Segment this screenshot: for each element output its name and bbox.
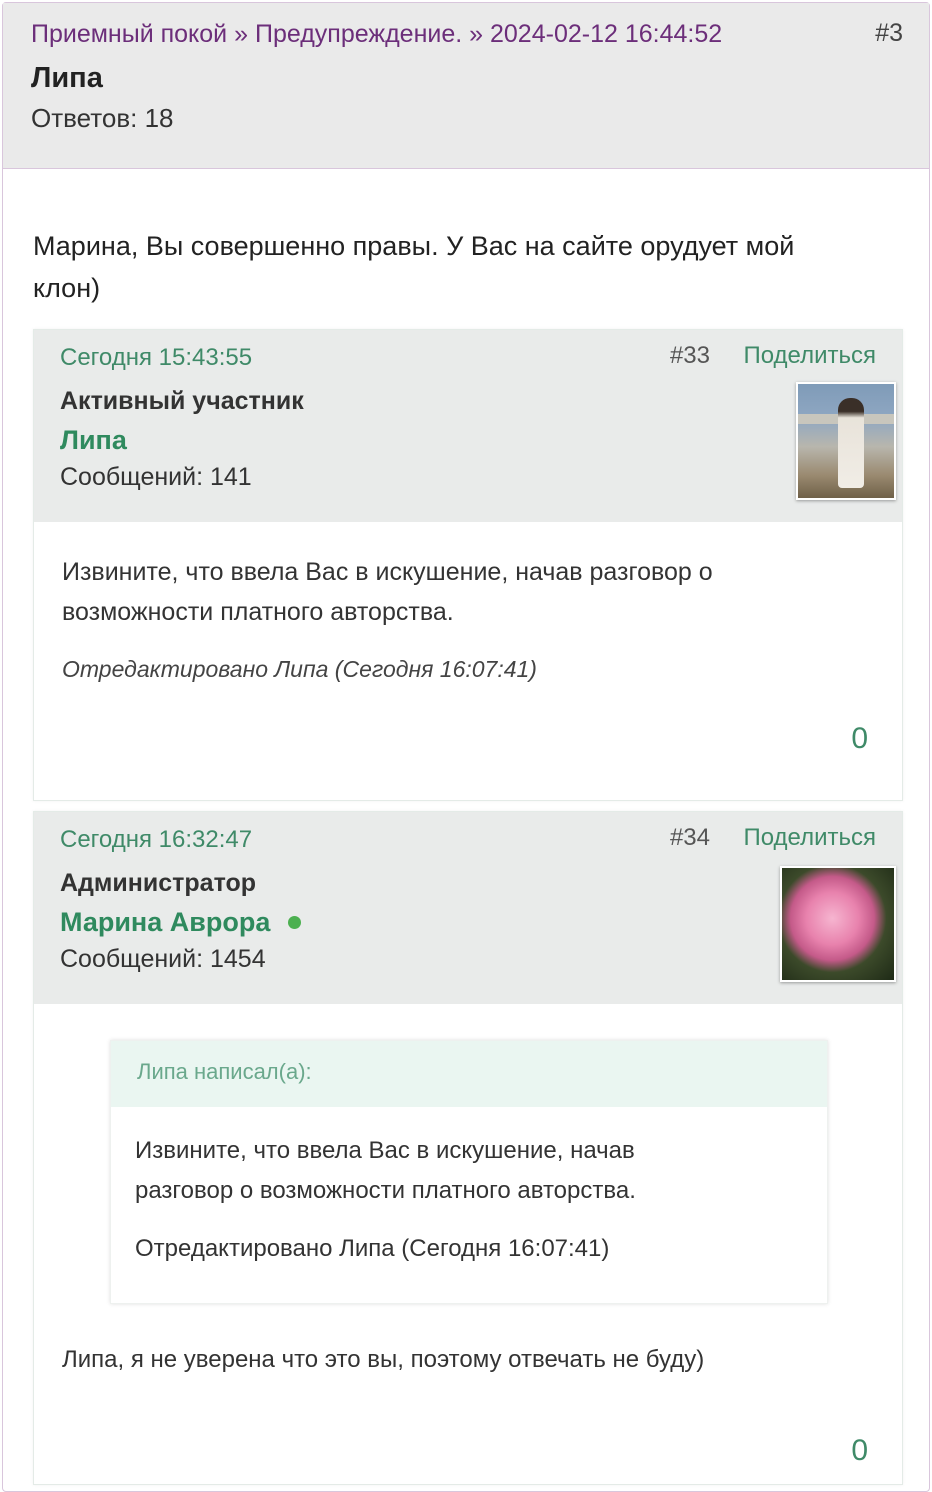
quote-header: Липа написал(а): [111,1041,827,1107]
user-avatar[interactable] [780,866,896,982]
user-role: Администратор [60,869,257,897]
replies-count: Ответов: 18 [31,103,174,133]
post-text: Марина, Вы совершенно правы. У Вас на са… [33,231,795,303]
post-date[interactable]: Сегодня 16:32:47 [60,826,252,854]
message-count: Сообщений: 141 [60,463,252,491]
edited-note: Отредактировано Липа (Сегодня 16:07:41) [62,656,537,682]
topic-post-header: Приемный покой » Предупреждение. » 2024-… [3,3,929,169]
post-number[interactable]: #33 [670,342,710,370]
online-status-icon [288,915,302,929]
user-name[interactable]: Марина Аврора [60,906,876,938]
post-number[interactable]: #3 [875,19,903,48]
like-count[interactable]: 0 [851,1434,868,1468]
quoted-post-card: Сегодня 16:32:47 #34 Поделиться Админист… [33,811,903,1485]
message-count: Сообщений: 1454 [60,945,266,973]
post-card-body: Извините, что ввела Вас в искушение, нач… [34,522,902,800]
post-card-body: Липа написал(а): Извините, что ввела Вас… [34,1004,902,1484]
quote-body: Извините, что ввела Вас в искушение, нач… [111,1107,827,1303]
quoted-post-card: Сегодня 15:43:55 #33 Поделиться Активный… [33,329,903,801]
share-link[interactable]: Поделиться [743,824,876,852]
user-role: Активный участник [60,387,304,415]
post-date[interactable]: Сегодня 15:43:55 [60,344,252,372]
user-name-label[interactable]: Марина Аврора [60,906,270,938]
post-author: Липа [31,62,103,94]
breadcrumb-date-link[interactable]: 2024-02-12 16:44:52 [490,20,722,48]
post-card-header: Сегодня 16:32:47 #34 Поделиться Админист… [34,812,902,1004]
user-avatar[interactable] [796,382,896,500]
breadcrumb-separator: » [234,20,249,48]
topic-post-body: Марина, Вы совершенно правы. У Вас на са… [3,169,929,1485]
breadcrumb-topic-link[interactable]: Предупреждение. [255,20,462,48]
quote-block: Липа написал(а): Извините, что ввела Вас… [110,1040,828,1304]
breadcrumb-forum-link[interactable]: Приемный покой [31,20,227,48]
topic-post-container: Приемный покой » Предупреждение. » 2024-… [2,2,930,1492]
post-text: Извините, что ввела Вас в искушение, нач… [62,558,713,626]
avatar-photo-figure [838,398,864,488]
quote-edited-note: Отредактировано Липа (Сегодня 16:07:41) [135,1235,610,1262]
quote-text: Извините, что ввела Вас в искушение, нач… [135,1137,636,1204]
share-link[interactable]: Поделиться [743,342,876,370]
user-name[interactable]: Липа [60,424,876,456]
like-count[interactable]: 0 [851,722,868,756]
post-number[interactable]: #34 [670,824,710,852]
breadcrumb: Приемный покой » Предупреждение. » 2024-… [31,19,901,49]
breadcrumb-separator: » [469,20,484,48]
post-text: Липа, я не уверена что это вы, поэтому о… [62,1346,705,1373]
user-name-label[interactable]: Липа [60,424,127,456]
post-card-header: Сегодня 15:43:55 #33 Поделиться Активный… [34,330,902,522]
